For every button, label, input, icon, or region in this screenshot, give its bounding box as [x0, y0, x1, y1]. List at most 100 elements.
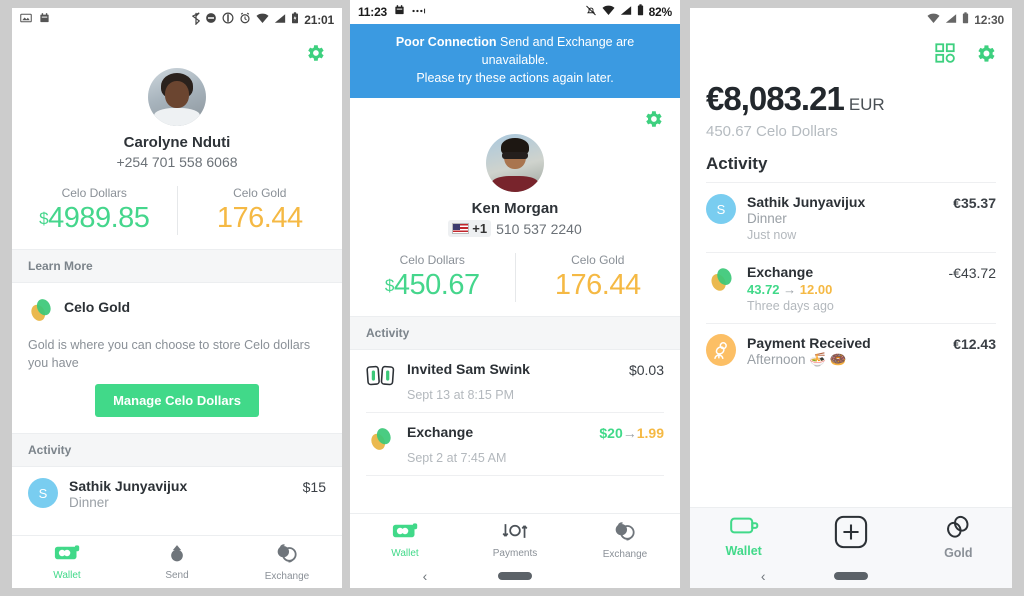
balance-value: $450.67 — [350, 269, 515, 302]
exchange-icon — [613, 521, 637, 547]
tab-send[interactable]: Send — [122, 536, 232, 588]
country-code: +1 — [472, 221, 488, 237]
activity-time: Sept 2 at 7:45 AM — [407, 451, 507, 466]
tab-wallet[interactable]: Wallet — [690, 508, 797, 566]
status-bar-right-3: 12:30 — [927, 12, 1004, 28]
calendar-icon — [39, 12, 50, 28]
status-bar-left-icons — [20, 12, 50, 28]
gear-icon[interactable] — [304, 42, 326, 64]
notifications-off-icon — [585, 4, 597, 21]
back-button[interactable]: ‹ — [423, 568, 428, 584]
total-balance-unit: EUR — [848, 95, 885, 114]
activity-title: Sathik Junyavijux — [747, 194, 866, 210]
exchange-from: $20 — [599, 425, 623, 442]
tab-label: Wallet — [53, 570, 81, 581]
header-actions-1 — [12, 32, 342, 64]
tab-payments[interactable]: Payments — [460, 514, 570, 566]
activity-row[interactable]: Exchange Sept 2 at 7:45 AM $20→1.99 — [350, 413, 680, 475]
balance-value: 176.44 — [554, 269, 641, 302]
status-bar-time: 21:01 — [304, 13, 334, 27]
exchange-arrow: → — [622, 425, 637, 442]
tabs-2: Wallet Payments Exchange — [350, 514, 680, 566]
activity-row[interactable]: Payment Received Afternoon 🍜 🍩 €12.43 — [690, 324, 1012, 378]
phone-screen-2: 11:23 82% Poor Connection Send and Excha… — [350, 0, 680, 588]
wallet-icon — [54, 543, 81, 568]
activity-row[interactable]: Exchange 43.72 → 12.00 Three days ago -€… — [690, 253, 1012, 323]
manage-celo-dollars-button[interactable]: Manage Celo Dollars — [95, 384, 259, 418]
wifi-icon — [927, 13, 940, 28]
tab-wallet[interactable]: Wallet — [12, 536, 122, 588]
section-learn-more: Learn More — [12, 249, 342, 283]
tab-label: Exchange — [602, 549, 648, 560]
invite-cards-icon — [366, 361, 396, 391]
activity-body: Exchange Sept 2 at 7:45 AM — [407, 424, 588, 465]
activity-row[interactable]: Invited Sam Swink Sept 13 at 8:15 PM $0.… — [350, 350, 680, 412]
section-activity-2: Activity — [350, 316, 680, 351]
qr-scan-icon[interactable] — [934, 42, 956, 64]
tab-add[interactable] — [797, 508, 904, 566]
phone-screen-1: 21:01 Carolyne Nduti +254 701 558 6068 C… — [12, 8, 342, 588]
send-up-arrow-icon — [167, 543, 187, 568]
payment-received-icon — [706, 334, 736, 366]
activity-row[interactable]: S Sathik Junyavijux Dinner $15 — [12, 467, 342, 520]
tabs-1: Wallet Send Exchange — [12, 536, 342, 588]
activity-time: Sept 13 at 8:15 PM — [407, 388, 515, 403]
plus-square-icon — [834, 515, 868, 554]
learn-more-card[interactable]: Celo Gold Gold is where you can choose t… — [12, 283, 342, 433]
bottom-tab-bar-2: Wallet Payments Exchange ‹ — [350, 513, 680, 588]
exchange-to: 1.99 — [636, 425, 664, 442]
wallet-outline-icon — [729, 515, 759, 542]
avatar-initial-icon: S — [706, 194, 736, 224]
balance-celo-dollars[interactable]: Celo Dollars $4989.85 — [12, 186, 177, 235]
profile-name: Ken Morgan — [471, 200, 559, 218]
tabs-3: Wallet Gold — [690, 508, 1012, 566]
wifi-icon — [256, 13, 269, 28]
activity-amount: $0.03 — [628, 362, 664, 379]
activity-title: Payment Received — [747, 335, 871, 351]
payments-arrows-icon — [502, 521, 528, 546]
tab-wallet[interactable]: Wallet — [350, 514, 460, 566]
gear-icon[interactable] — [642, 108, 664, 130]
status-bar-time: 11:23 — [358, 5, 388, 19]
activity-body: Invited Sam Swink Sept 13 at 8:15 PM — [407, 361, 618, 402]
home-pill-icon[interactable] — [498, 572, 532, 580]
balance-celo-dollars[interactable]: Celo Dollars $450.67 — [350, 253, 515, 302]
gear-icon[interactable] — [974, 42, 996, 64]
balance-number: 450.67 — [393, 269, 480, 302]
activity-amount-exchange: $20→1.99 — [599, 424, 664, 441]
tab-exchange[interactable]: Exchange — [570, 514, 680, 566]
exchange-arrow: → — [783, 282, 797, 297]
divider — [366, 475, 664, 477]
calendar-icon — [394, 4, 405, 20]
balance-celo-gold[interactable]: Celo Gold 176.44 — [176, 186, 343, 235]
battery-icon — [962, 12, 969, 28]
section-activity-1: Activity — [12, 433, 342, 468]
activity-subtitle: Dinner — [747, 211, 787, 226]
activity-row[interactable]: S Sathik Junyavijux Dinner Just now €35.… — [690, 183, 1012, 252]
avatar-initial: S — [28, 478, 58, 509]
phone-screen-3: 12:30 €8,083.21 EUR 450.67 Celo Dollars A… — [690, 8, 1012, 588]
battery-icon — [291, 12, 299, 28]
tab-exchange[interactable]: Exchange — [232, 536, 342, 588]
tab-label: Exchange — [264, 571, 310, 582]
balance-label: Celo Dollars — [399, 253, 465, 268]
profile-block-2: Ken Morgan +1 510 537 2240 — [350, 130, 680, 238]
avatar — [148, 68, 206, 126]
screenshot-stage: 21:01 Carolyne Nduti +254 701 558 6068 C… — [0, 0, 1024, 596]
total-balance-block: €8,083.21 EUR 450.67 Celo Dollars — [690, 64, 1012, 140]
profile-phone-row: +1 510 537 2240 — [350, 220, 680, 238]
currency-symbol: $ — [39, 209, 49, 229]
signal-icon — [274, 13, 286, 28]
tab-label: Wallet — [391, 548, 419, 559]
status-bar-left-2: 11:23 — [358, 4, 426, 20]
activity-title: Exchange — [747, 264, 814, 280]
poor-connection-banner: Poor Connection Send and Exchange are un… — [350, 24, 680, 99]
home-pill-icon[interactable] — [834, 572, 868, 580]
tab-gold[interactable]: Gold — [905, 508, 1012, 566]
back-button[interactable]: ‹ — [761, 568, 766, 584]
header-actions-3 — [690, 32, 1012, 64]
balance-celo-gold[interactable]: Celo Gold 176.44 — [514, 253, 681, 303]
status-bar-2: 11:23 82% — [350, 0, 680, 24]
balance-label: Celo Dollars — [61, 186, 127, 200]
status-bar-time: 12:30 — [974, 13, 1004, 27]
